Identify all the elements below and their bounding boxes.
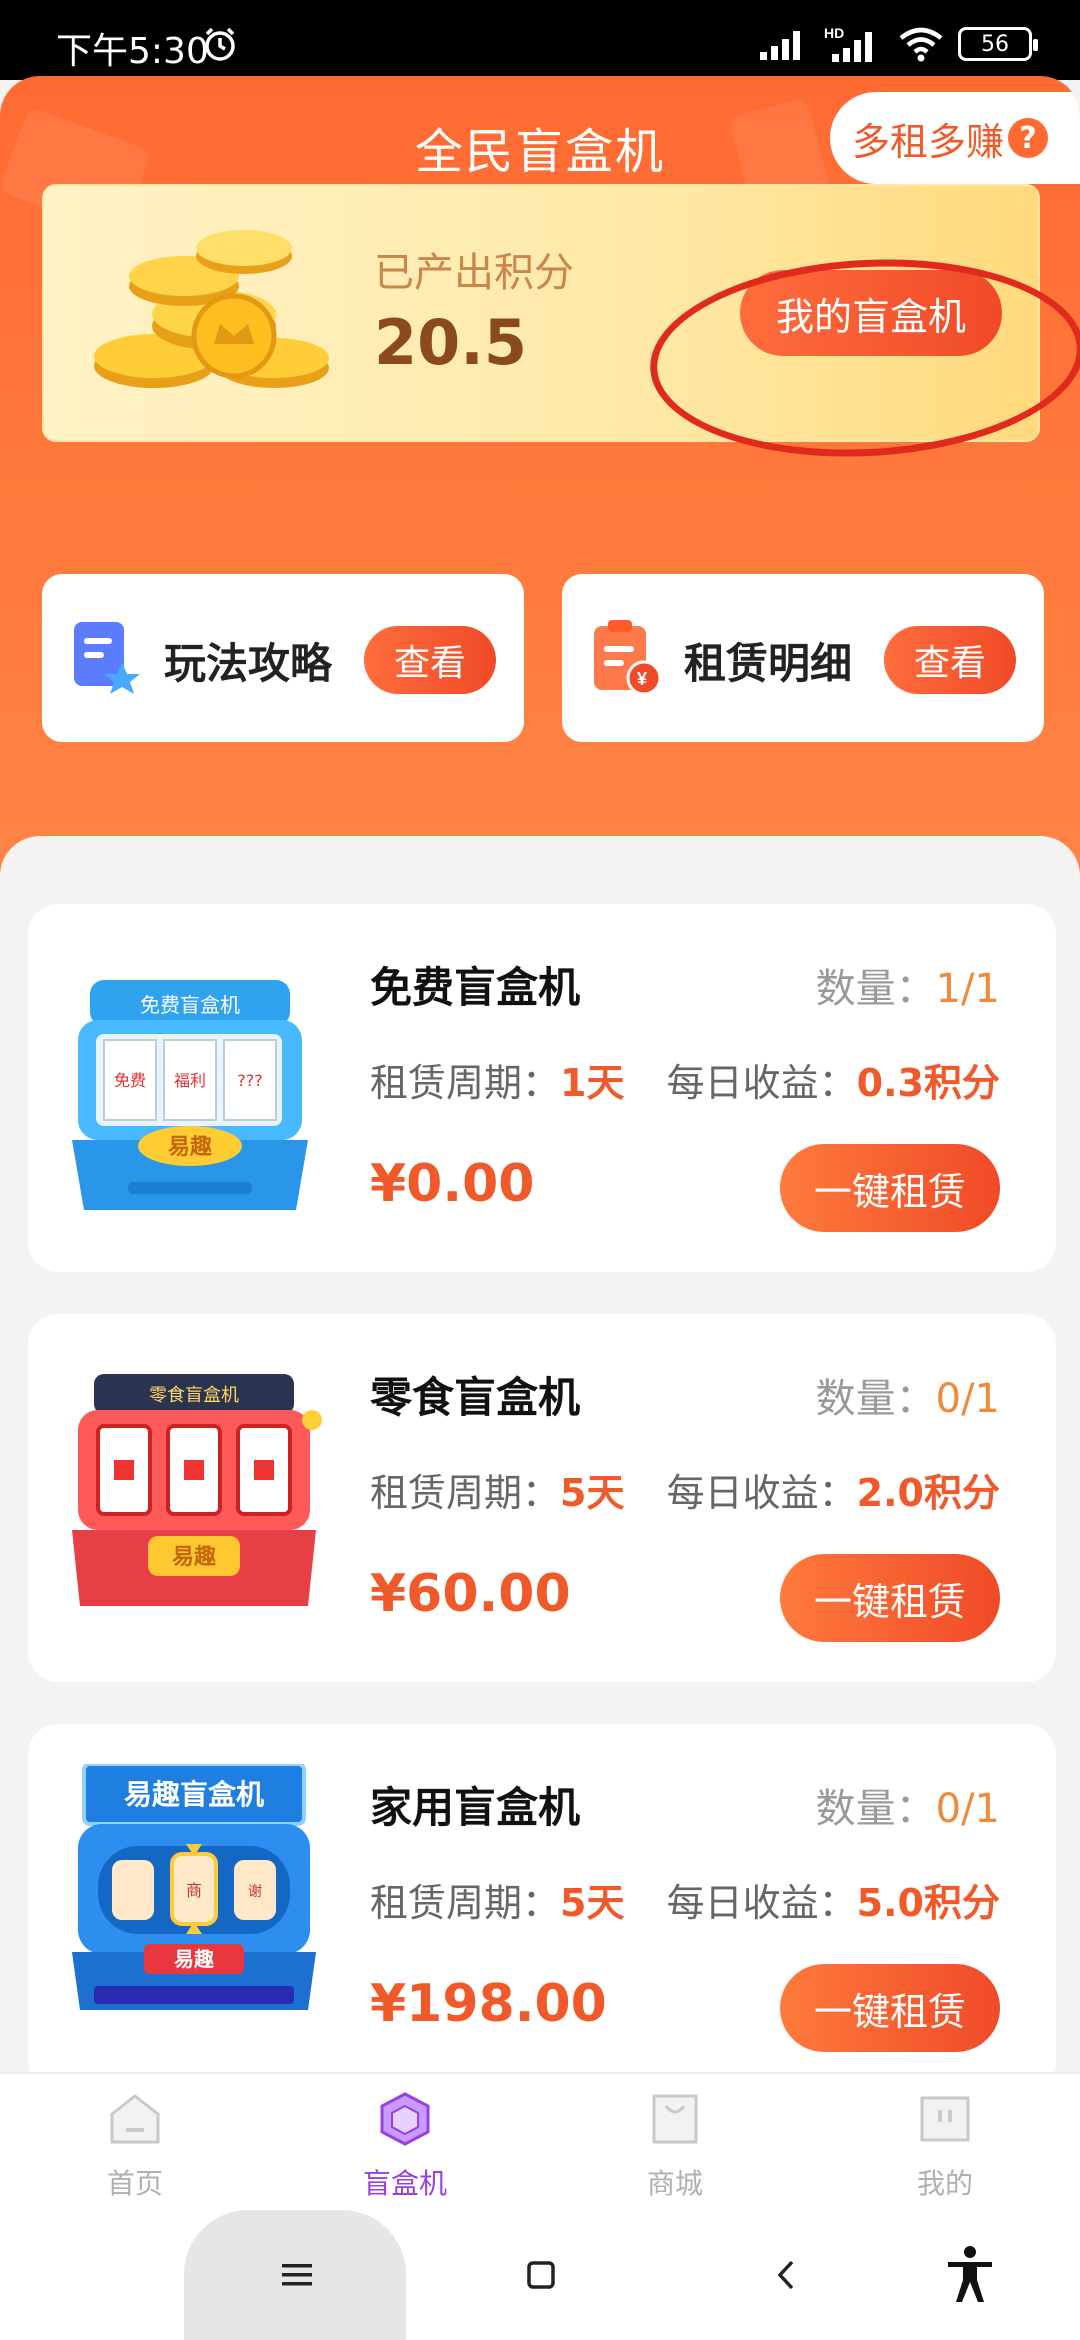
svg-text:免费: 免费 [114, 1071, 146, 1090]
rental-period: 租赁周期：1天 [370, 1061, 625, 1105]
machine-top-text: 易趣盲盒机 [124, 1778, 264, 1811]
svg-text:易趣: 易趣 [174, 1947, 215, 1971]
status-icons: HD 56 [758, 24, 1038, 64]
svg-text:商: 商 [186, 1881, 202, 1900]
svg-text:易趣: 易趣 [172, 1544, 216, 1570]
signal-icon [760, 31, 800, 60]
tab-label: 首页 [106, 2167, 163, 2200]
machine-list[interactable]: 免费盲盒机 免费 福利 ??? 易趣 免费盲盒机 数量：1/1 租赁周期：1天 … [0, 836, 1080, 2076]
one-click-rent-button[interactable]: 一键租赁 [780, 1554, 1000, 1642]
tab-label: 盲盒机 [362, 2167, 447, 2200]
machine-quantity: 数量：0/1 [815, 1786, 1000, 1832]
coins-icon [94, 230, 329, 388]
svg-text:福利: 福利 [174, 1071, 206, 1090]
machine-card-snack: 零食盲盒机 易趣 零食盲盒机 数量：0/1 租赁周期：5天 每日收益：2.0积分… [28, 1314, 1056, 1682]
quick-link-guide[interactable]: 玩法攻略 查看 [42, 574, 524, 742]
menu-icon[interactable] [272, 2250, 322, 2300]
machine-card-free: 免费盲盒机 免费 福利 ??? 易趣 免费盲盒机 数量：1/1 租赁周期：1天 … [28, 904, 1056, 1272]
alarm-icon [205, 27, 235, 61]
snack-machine-image: 零食盲盒机 易趣 [72, 1374, 322, 1606]
svg-text:易趣: 易趣 [168, 1134, 212, 1160]
machine-name: 免费盲盒机 [370, 963, 581, 1012]
tab-profile[interactable]: 我的 [810, 2074, 1080, 2210]
guide-star-icon [74, 622, 140, 694]
machine-name: 家用盲盒机 [370, 1783, 581, 1832]
machine-price: ¥198.00 [370, 1974, 607, 2034]
svg-text:HD: HD [824, 25, 844, 41]
bag-icon [652, 2094, 698, 2144]
profile-icon [920, 2096, 970, 2142]
home-icon [110, 2094, 160, 2144]
bottom-tab-bar: 首页 盲盒机 商城 我的 [0, 2072, 1080, 2210]
home-machine-image: 易趣盲盒机 商 谢 易趣 [72, 1764, 316, 2010]
machine-price: ¥60.00 [370, 1564, 571, 1624]
tab-label: 我的 [916, 2167, 973, 2200]
earn-more-label: 多租多赚 [852, 119, 1005, 164]
points-label: 已产出积分 [374, 250, 574, 296]
home-square-icon[interactable] [516, 2250, 566, 2300]
back-icon[interactable] [762, 2250, 812, 2300]
machine-top-text: 零食盲盒机 [149, 1385, 239, 1406]
accessibility-icon[interactable] [942, 2244, 998, 2304]
wifi-icon [899, 27, 943, 62]
status-bar: 下午5:30 HD 56 [0, 0, 1080, 80]
rental-period: 租赁周期：5天 [370, 1471, 625, 1515]
status-time: 下午5:30 [56, 31, 209, 72]
header-banner: 全民盲盒机 多租多赚 ? 已产出积分 20.5 我的盲盒机 玩法攻略 查看 ¥ … [0, 76, 1080, 876]
machine-quantity: 数量：0/1 [815, 1376, 1000, 1422]
svg-text:¥: ¥ [637, 669, 647, 689]
one-click-rent-button[interactable]: 一键租赁 [780, 1964, 1000, 2052]
battery-indicator: 56 [958, 27, 1038, 61]
rental-period: 租赁周期：5天 [370, 1881, 625, 1925]
one-click-rent-button[interactable]: 一键租赁 [780, 1144, 1000, 1232]
machine-price: ¥0.00 [370, 1154, 535, 1214]
machine-name: 零食盲盒机 [370, 1373, 581, 1422]
blindbox-icon [380, 2092, 430, 2146]
clipboard-yen-icon: ¥ [594, 620, 662, 696]
quick-link-rental-details[interactable]: ¥ 租赁明细 查看 [562, 574, 1044, 742]
daily-income: 每日收益：0.3积分 [666, 1061, 1000, 1105]
earn-more-button[interactable]: 多租多赚 ? [830, 92, 1080, 184]
signal-hd-icon: HD [824, 25, 872, 62]
machine-quantity: 数量：1/1 [815, 966, 1000, 1012]
tab-label: 商城 [646, 2167, 703, 2200]
daily-income: 每日收益：2.0积分 [666, 1471, 1000, 1515]
machine-card-home: 易趣盲盒机 商 谢 易趣 家用盲盒机 数量：0/1 租赁周期：5天 每日收益：5… [28, 1724, 1056, 2076]
svg-text:???: ??? [237, 1071, 262, 1090]
help-icon[interactable]: ? [1008, 118, 1049, 158]
daily-income: 每日收益：5.0积分 [666, 1881, 1000, 1925]
svg-text:谢: 谢 [248, 1884, 262, 1900]
tab-mall[interactable]: 商城 [540, 2074, 810, 2210]
quick-link-label: 玩法攻略 [164, 639, 333, 688]
free-machine-image: 免费盲盒机 免费 福利 ??? 易趣 [72, 980, 308, 1210]
tab-blindbox[interactable]: 盲盒机 [270, 2074, 540, 2210]
quick-link-label: 租赁明细 [684, 639, 853, 688]
system-navigation-bar [0, 2210, 1080, 2340]
machine-top-text: 免费盲盒机 [140, 993, 240, 1017]
tab-home[interactable]: 首页 [0, 2074, 270, 2210]
view-rental-details-button[interactable]: 查看 [884, 626, 1016, 694]
points-value: 20.5 [374, 306, 527, 379]
view-guide-button[interactable]: 查看 [364, 626, 496, 694]
